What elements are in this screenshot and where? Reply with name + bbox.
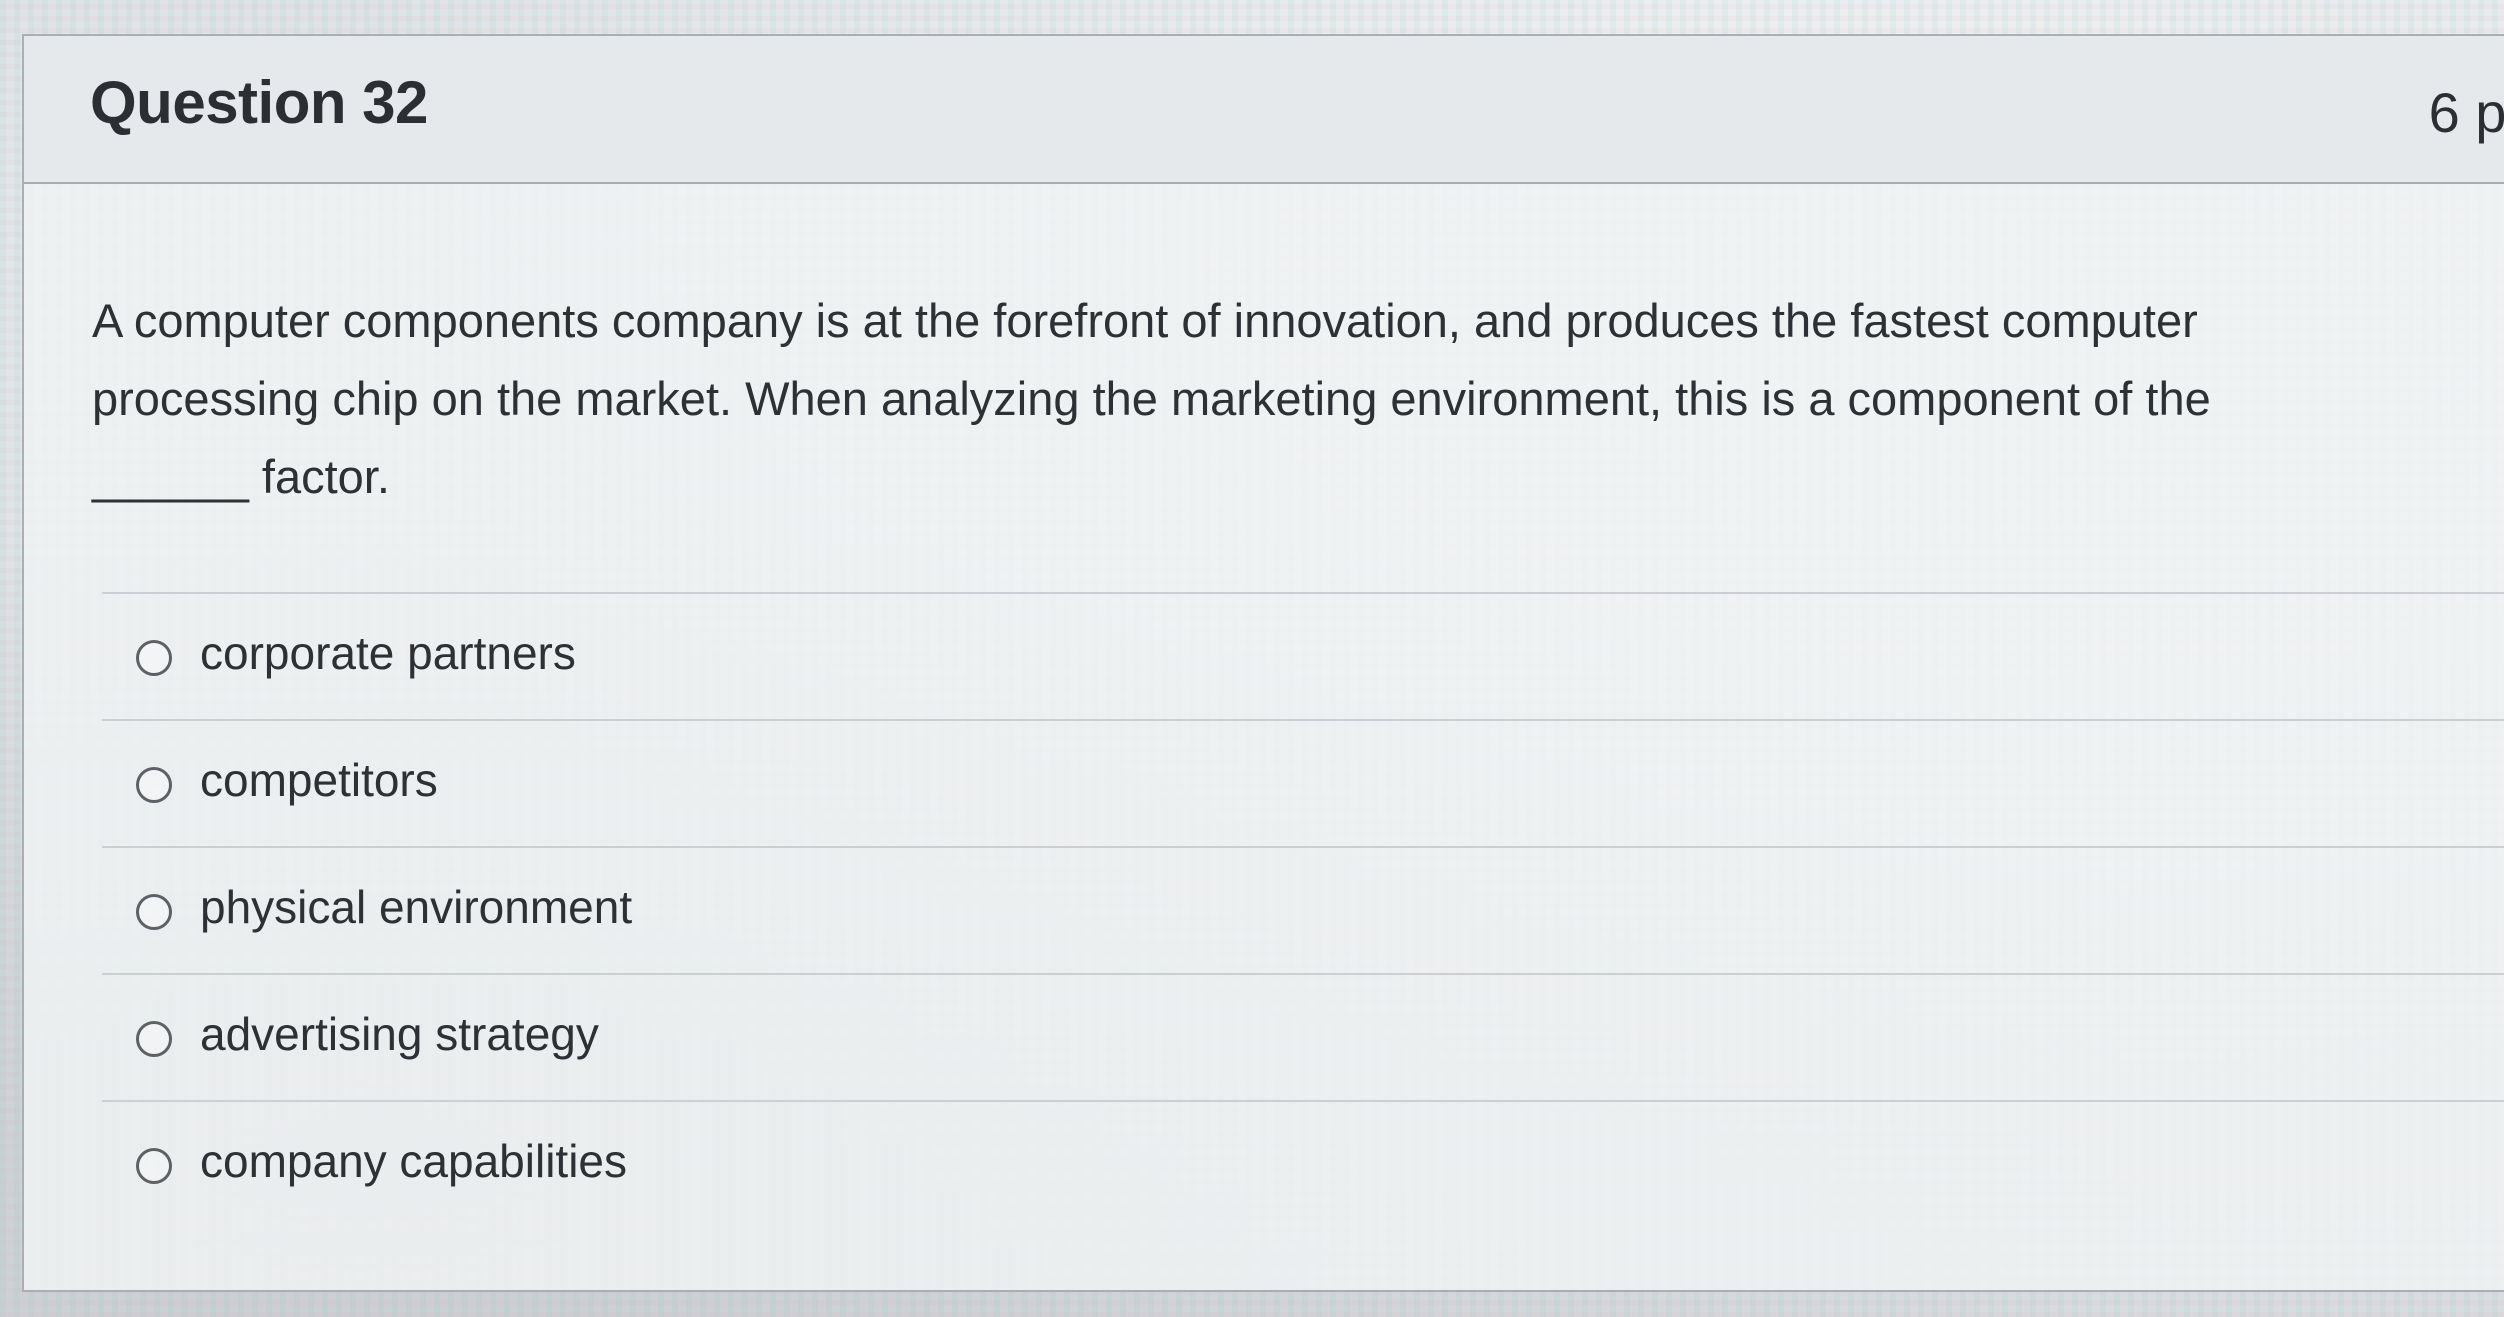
answer-label[interactable]: competitors <box>200 753 438 807</box>
radio-button[interactable] <box>136 640 172 676</box>
answer-label[interactable]: physical environment <box>200 880 632 934</box>
question-text-line-3: ______ factor. <box>92 450 390 503</box>
answer-option-corporate-partners[interactable]: corporate partners <box>102 592 2504 719</box>
question-points: 6 pt <box>2428 81 2504 144</box>
question-text: A computer components company is at the … <box>92 282 2472 516</box>
answer-list: corporate partners competitors physical … <box>102 592 2504 1227</box>
answer-label[interactable]: corporate partners <box>200 626 576 680</box>
question-text-line-1: A computer components company is at the … <box>92 294 2198 347</box>
question-header: Question 32 6 pt <box>24 36 2504 184</box>
answer-option-physical-environment[interactable]: physical environment <box>102 846 2504 973</box>
answer-option-competitors[interactable]: competitors <box>102 719 2504 846</box>
radio-button[interactable] <box>136 1148 172 1184</box>
radio-button[interactable] <box>136 894 172 930</box>
answer-label[interactable]: advertising strategy <box>200 1007 599 1061</box>
answer-option-company-capabilities[interactable]: company capabilities <box>102 1100 2504 1227</box>
answer-option-advertising-strategy[interactable]: advertising strategy <box>102 973 2504 1100</box>
radio-button[interactable] <box>136 1021 172 1057</box>
answer-label[interactable]: company capabilities <box>200 1134 627 1188</box>
question-text-line-2: processing chip on the market. When anal… <box>92 372 2211 425</box>
radio-button[interactable] <box>136 767 172 803</box>
question-title: Question 32 <box>90 69 428 136</box>
question-card: Question 32 6 pt A computer components c… <box>22 34 2504 1292</box>
